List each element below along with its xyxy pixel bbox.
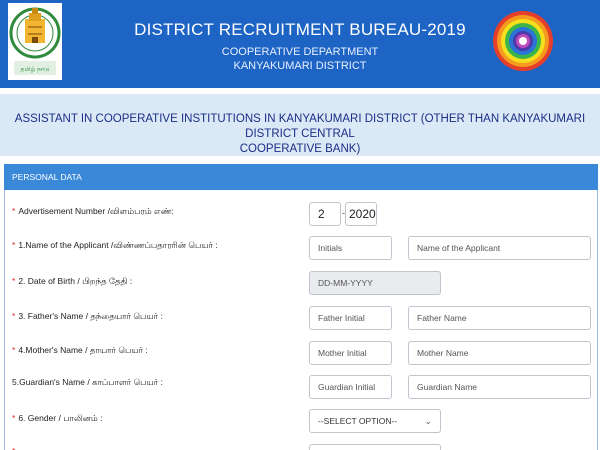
advertisement-number-text: Advertisement Number /விளம்பரம் எண்: (18, 206, 174, 216)
dob-text: 2. Date of Birth / பிறந்த தேதி : (18, 276, 133, 286)
guardian-name-input[interactable]: Guardian Name (408, 375, 591, 399)
required-marker: * (12, 311, 16, 321)
required-marker: * (12, 446, 15, 450)
page-title: DISTRICT RECRUITMENT BUREAU-2019 (134, 20, 466, 39)
applicant-name-text: 1.Name of the Applicant /விண்ணப்பதாரரின்… (18, 240, 218, 250)
gender-selected-value: --SELECT OPTION-- (318, 416, 398, 426)
guardian-name-label: 5.Guardian's Name / காப்பாளர் பெயர் : (12, 377, 163, 387)
advertisement-year-field[interactable]: 2020 (345, 202, 377, 226)
applicant-initials-input[interactable]: Initials (309, 236, 392, 260)
applicant-name-input[interactable]: Name of the Applicant (408, 236, 591, 260)
father-name-input[interactable]: Father Name (408, 306, 591, 330)
required-marker: * (12, 276, 16, 286)
advertisement-number-label: * Advertisement Number /விளம்பரம் எண்: (12, 206, 174, 218)
father-name-label: * 3. Father's Name / தந்தையார் பெயர் : (12, 311, 163, 323)
mother-name-label: * 4.Mother's Name / தாயார் பெயர் : (12, 345, 148, 357)
next-row-label-partial: * (12, 446, 18, 450)
post-title-line-2: COOPERATIVE BANK) (239, 143, 361, 155)
panel-heading (4, 164, 598, 190)
post-title-line-1: ASSISTANT IN COOPERATIVE INSTITUTIONS IN… (14, 113, 586, 140)
gender-label: * 6. Gender / பாலினம் : (12, 413, 102, 425)
advertisement-number-field[interactable]: 2 (309, 202, 341, 226)
dob-input[interactable]: DD-MM-YYYY (309, 271, 441, 295)
mother-name-text: 4.Mother's Name / தாயார் பெயர் : (18, 345, 148, 355)
required-marker: * (12, 413, 16, 423)
guardian-initial-input[interactable]: Guardian Initial (309, 375, 392, 399)
post-title: ASSISTANT IN COOPERATIVE INSTITUTIONS IN… (8, 112, 592, 157)
father-initial-input[interactable]: Father Initial (309, 306, 392, 330)
gender-select[interactable]: --SELECT OPTION-- ⌄ (309, 409, 441, 433)
mother-name-input[interactable]: Mother Name (408, 341, 591, 365)
mother-initial-input[interactable]: Mother Initial (309, 341, 392, 365)
next-row-field-partial[interactable] (309, 444, 441, 450)
required-marker: * (12, 345, 16, 355)
dob-label: * 2. Date of Birth / பிறந்த தேதி : (12, 276, 132, 288)
required-marker: * (12, 206, 16, 216)
district-subtitle: KANYAKUMARI DISTRICT (233, 60, 367, 72)
chevron-down-icon: ⌄ (424, 416, 432, 426)
father-name-text: 3. Father's Name / தந்தையார் பெயர் : (18, 311, 163, 321)
required-marker: * (12, 240, 16, 250)
applicant-name-label: * 1.Name of the Applicant /விண்ணப்பதாரரின… (12, 240, 218, 252)
gender-text: 6. Gender / பாலினம் : (18, 413, 103, 423)
panel-title: PERSONAL DATA (12, 172, 82, 182)
department-subtitle: COOPERATIVE DEPARTMENT (221, 46, 379, 58)
